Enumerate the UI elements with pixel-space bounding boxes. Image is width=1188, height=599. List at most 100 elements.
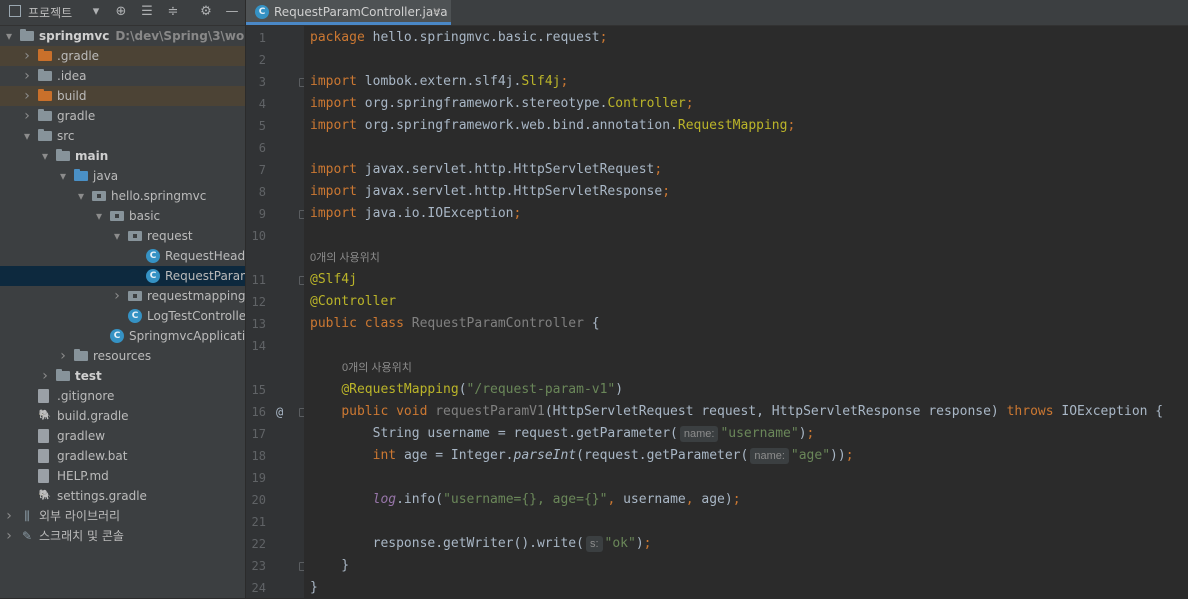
tree-item[interactable]: C SpringmvcApplication bbox=[0, 326, 245, 346]
folder-icon bbox=[38, 129, 52, 141]
code-token: int bbox=[372, 448, 404, 463]
chevron-right-icon[interactable]: › bbox=[22, 66, 32, 86]
gear-icon[interactable]: ⚙ bbox=[198, 4, 214, 20]
resources-folder-icon bbox=[74, 349, 88, 361]
tree-item-label: hello.springmvc bbox=[111, 189, 207, 203]
tree-item[interactable]: ▾ main bbox=[0, 146, 245, 166]
usage-hint[interactable]: 0개의 사용위치 bbox=[342, 357, 412, 379]
code-token: RequestMapping bbox=[677, 118, 788, 133]
line-number: 23 bbox=[251, 559, 266, 573]
usage-hint[interactable]: 0개의 사용위치 bbox=[310, 247, 380, 269]
tree-item[interactable]: C RequestParamC bbox=[0, 266, 245, 286]
tree-item[interactable]: ▾ springmvcD:\dev\Spring\3\worksp bbox=[0, 26, 245, 46]
tree-item-label: basic bbox=[129, 209, 161, 223]
code-token: "/request-param-v1" bbox=[466, 382, 616, 397]
chevron-down-icon[interactable]: ▾ bbox=[40, 146, 50, 166]
code-token: (HttpServletRequest request, HttpServlet… bbox=[544, 404, 1007, 419]
code-line: import lombok.extern.slf4j.Slf4j; bbox=[310, 71, 568, 93]
tree-item[interactable]: › build bbox=[0, 86, 245, 106]
tree-item[interactable]: ▾ src bbox=[0, 126, 245, 146]
project-title[interactable]: 프로젝트 bbox=[28, 4, 72, 21]
tree-item[interactable]: C RequestHeaderC bbox=[0, 246, 245, 266]
tree-item[interactable]: 🐘 settings.gradle bbox=[0, 486, 245, 506]
project-panel: 프로젝트 ▾ ⊕ ☰ ≑ ⚙ — ▾ springmvc D:\dev\Spring… bbox=[0, 0, 245, 598]
tree-item[interactable]: C LogTestController bbox=[0, 306, 245, 326]
locate-icon[interactable]: ⊕ bbox=[113, 4, 129, 20]
gradle-icon: 🐘 bbox=[38, 490, 52, 501]
code-token: (request.getParameter( bbox=[576, 448, 749, 463]
code-token: ; bbox=[845, 448, 854, 463]
tree-item[interactable]: ▾ request bbox=[0, 226, 245, 246]
code-token: @Slf4j bbox=[310, 272, 357, 287]
code-token: javax.servlet.http.HttpServletRequest bbox=[364, 162, 655, 177]
code-token: } bbox=[310, 580, 318, 595]
excluded-folder-icon bbox=[38, 49, 52, 61]
line-number: 8 bbox=[258, 185, 266, 199]
tree-item-label: resources bbox=[93, 349, 152, 363]
collapse-all-icon[interactable]: ≑ bbox=[165, 4, 181, 20]
project-view-icon[interactable] bbox=[9, 5, 21, 17]
chevron-right-icon[interactable]: › bbox=[4, 526, 14, 546]
tree-item[interactable]: 🐘 build.gradle bbox=[0, 406, 245, 426]
tree-item[interactable]: › ⫼ 외부 라이브러리 bbox=[0, 506, 245, 526]
dropdown-icon[interactable]: ▾ bbox=[88, 4, 104, 20]
code-token: age) bbox=[701, 492, 733, 507]
tree-item[interactable]: ▾ hello.springmvc bbox=[0, 186, 245, 206]
code-token: "ok" bbox=[604, 536, 636, 551]
tree-item[interactable]: ▾ java bbox=[0, 166, 245, 186]
package-icon bbox=[128, 291, 142, 301]
tree-item[interactable]: gradlew.bat bbox=[0, 446, 245, 466]
tree-item[interactable]: › .gradle bbox=[0, 46, 245, 66]
chevron-down-icon[interactable]: ▾ bbox=[58, 166, 68, 186]
minimize-icon[interactable]: — bbox=[224, 4, 240, 20]
project-path: D:\dev\Spring\3\worksp bbox=[115, 29, 245, 43]
chevron-right-icon[interactable]: › bbox=[4, 506, 14, 526]
chevron-right-icon[interactable]: › bbox=[22, 86, 32, 106]
parameter-hint: s: bbox=[585, 536, 603, 552]
tree-item-label: main bbox=[75, 149, 109, 163]
chevron-right-icon[interactable]: › bbox=[112, 286, 122, 306]
expand-all-icon[interactable]: ☰ bbox=[139, 4, 155, 20]
tree-item[interactable]: › test bbox=[0, 366, 245, 386]
scratch-icon: ✎ bbox=[21, 529, 33, 543]
tree-item[interactable]: HELP.md bbox=[0, 466, 245, 486]
tree-item[interactable]: › ✎ 스크래치 및 콘솔 bbox=[0, 526, 245, 546]
chevron-down-icon[interactable]: ▾ bbox=[76, 186, 86, 206]
chevron-right-icon[interactable]: › bbox=[22, 106, 32, 126]
override-marker-icon[interactable]: @ bbox=[276, 405, 283, 419]
code-token: import bbox=[310, 118, 365, 133]
tree-item[interactable]: › requestmapping bbox=[0, 286, 245, 306]
chevron-right-icon[interactable]: › bbox=[58, 346, 68, 366]
chevron-down-icon[interactable]: ▾ bbox=[4, 26, 14, 46]
package-icon bbox=[92, 191, 106, 201]
line-number: 6 bbox=[258, 141, 266, 155]
chevron-right-icon[interactable]: › bbox=[22, 46, 32, 66]
tree-item[interactable]: ▾ basic bbox=[0, 206, 245, 226]
code-editor[interactable]: package hello.springmvc.basic.request; im… bbox=[304, 26, 1188, 598]
tree-item[interactable]: › .idea bbox=[0, 66, 245, 86]
tree-item[interactable]: › gradle bbox=[0, 106, 245, 126]
close-tab-icon[interactable]: ✕ bbox=[432, 0, 441, 24]
folder-icon bbox=[56, 369, 70, 381]
folder-icon bbox=[38, 109, 52, 121]
chevron-right-icon[interactable]: › bbox=[40, 366, 50, 386]
chevron-down-icon[interactable]: ▾ bbox=[22, 126, 32, 146]
code-line: @RequestMapping("/request-param-v1") bbox=[310, 379, 623, 401]
tab-request-param-controller[interactable]: C RequestParamController.java ✕ bbox=[246, 0, 451, 25]
code-token: @Controller bbox=[310, 294, 397, 309]
tree-item[interactable]: gradlew bbox=[0, 426, 245, 446]
chevron-down-icon[interactable]: ▾ bbox=[112, 226, 122, 246]
file-icon bbox=[38, 429, 49, 443]
parameter-hint: name: bbox=[750, 448, 789, 464]
java-class-icon: C bbox=[128, 309, 142, 323]
code-token: @RequestMapping bbox=[341, 382, 459, 397]
code-line: package hello.springmvc.basic.request; bbox=[310, 27, 607, 49]
tree-item[interactable]: .gitignore bbox=[0, 386, 245, 406]
tree-item[interactable]: › resources bbox=[0, 346, 245, 366]
code-line: import org.springframework.stereotype.Co… bbox=[310, 93, 694, 115]
code-line: public void requestParamV1(HttpServletRe… bbox=[310, 401, 1163, 423]
chevron-down-icon[interactable]: ▾ bbox=[94, 206, 104, 226]
folder-icon bbox=[56, 149, 70, 161]
code-token: age = Integer. bbox=[403, 448, 514, 463]
